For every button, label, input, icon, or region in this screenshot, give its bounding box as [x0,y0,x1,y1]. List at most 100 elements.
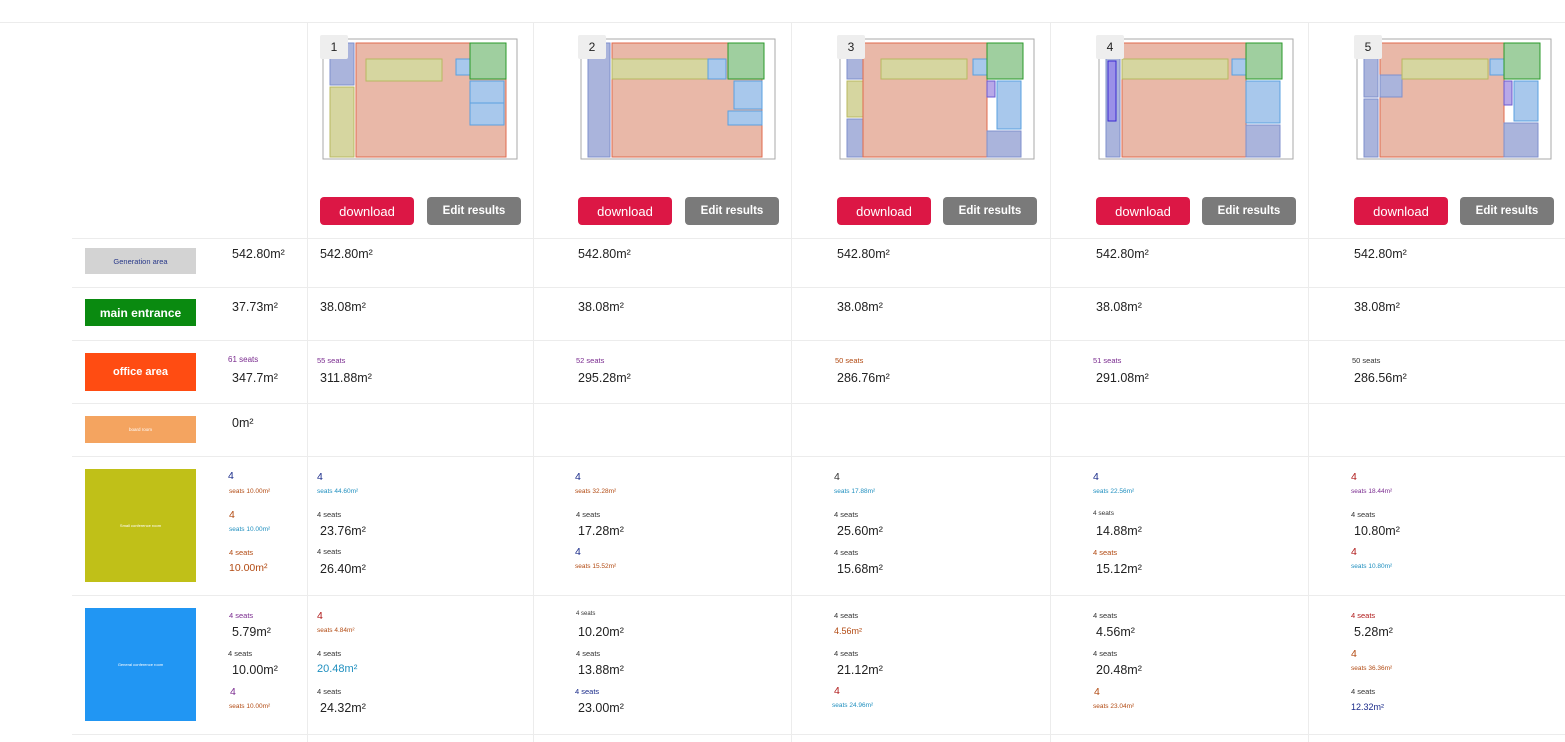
download-button[interactable]: download [1096,197,1190,225]
result-number-badge: 3 [837,35,865,59]
generation-area-label: Generation area [85,248,196,274]
floorplan-drawing [839,38,1035,160]
target-sc3-seats: 4 seats [229,548,254,557]
target-c2-seats: 4 seats [228,649,253,658]
download-button[interactable]: download [578,197,672,225]
result-c2-area: 20.48m² [317,663,358,675]
target-office-area: 347.7m² [232,371,278,385]
floorplan-drawing [1098,38,1294,160]
result-number-badge: 1 [320,35,348,59]
result-office-seats: 50 seats [835,356,864,365]
result-c3-seats: 4 seats [1351,687,1376,696]
result-generation-area: 542.80m² [1354,247,1407,261]
download-button[interactable]: download [1354,197,1448,225]
floorplan-drawing [580,38,776,160]
result-c2-seats: 4 seats [1093,649,1118,658]
result-sc3-seats: 4 seats [1093,548,1118,557]
edit-results-button[interactable]: Edit results [685,197,779,225]
floorplan-drawing [1356,38,1552,160]
row-divider [72,238,1565,239]
result-c3-seats: seats 23.04m² [1093,703,1135,710]
download-button[interactable]: download [837,197,931,225]
target-c3-count: 4 [230,686,236,698]
floorplan-thumbnail[interactable]: 4 [1096,35,1296,173]
result-c1-count: 4 [317,610,323,622]
result-office-area: 286.56m² [1354,371,1407,385]
result-sc1-seats: seats 32.28m² [575,488,617,495]
target-sc3-area: 10.00m² [229,562,268,574]
col-divider [791,22,792,742]
result-c1-area: 4.56m² [834,626,863,636]
target-sc2-seats: seats 10.00m² [229,526,271,533]
target-entrance-area: 37.73m² [232,300,278,314]
result-entrance-area: 38.08m² [837,300,883,314]
result-c1-seats: 4 seats [834,611,859,620]
result-sc2-area: 25.60m² [837,524,883,538]
row-divider [72,403,1565,404]
edit-results-button[interactable]: Edit results [427,197,521,225]
col-divider [533,22,534,742]
target-sc1-seats: seats 10.00m² [229,488,271,495]
col-divider [1050,22,1051,742]
result-generation-area: 542.80m² [1096,247,1149,261]
result-office-area: 286.76m² [837,371,890,385]
result-entrance-area: 38.08m² [1354,300,1400,314]
result-c2-seats: 4 seats [834,649,859,658]
result-sc3-area: 26.40m² [320,562,366,576]
result-sc1-count: 4 [317,471,323,483]
result-c2-count: 4 [1351,648,1357,660]
result-sc2-area: 10.80m² [1354,524,1400,538]
result-c2-area: 20.48m² [1096,663,1142,677]
result-sc3-area: 15.68m² [837,562,883,576]
target-sc2-count: 4 [229,509,235,521]
result-c3-count: 4 [1094,686,1100,698]
row-divider [72,595,1565,596]
result-c3-seats: seats 24.96m² [832,702,874,709]
target-office-seats: 61 seats [228,355,259,364]
edit-results-button[interactable]: Edit results [1202,197,1296,225]
result-sc2-seats: 4 seats [576,510,601,519]
result-sc1-seats: seats 17.88m² [834,488,876,495]
result-sc2-area: 23.76m² [320,524,366,538]
result-c1-seats: 4 seats [1351,611,1376,620]
download-button[interactable]: download [320,197,414,225]
result-c3-seats: 4 seats [317,687,342,696]
general-conference-room-label: General conference room [85,608,196,721]
result-entrance-area: 38.08m² [578,300,624,314]
result-office-area: 291.08m² [1096,371,1149,385]
floorplan-thumbnail[interactable]: 3 [837,35,1037,173]
result-c2-seats: 4 seats [317,649,342,658]
target-generation-area: 542.80m² [232,247,285,261]
edit-results-button[interactable]: Edit results [1460,197,1554,225]
target-c1-seats: 4 seats [229,611,254,620]
top-divider [0,22,1565,23]
result-sc1-count: 4 [575,471,581,483]
target-c1-area: 5.79m² [232,625,271,639]
target-boardroom-area: 0m² [232,416,254,430]
result-sc3-seats: 4 seats [834,548,859,557]
row-divider [72,734,1565,735]
result-office-area: 295.28m² [578,371,631,385]
result-sc2-seats: 4 seats [834,510,859,519]
floorplan-thumbnail[interactable]: 1 [320,35,520,173]
small-conference-room-label: Small conference room [85,469,196,582]
result-sc1-count: 4 [1093,471,1099,483]
result-c1-seats: seats 4.84m² [317,627,355,634]
result-generation-area: 542.80m² [578,247,631,261]
result-c2-area: 13.88m² [578,663,624,677]
result-office-area: 311.88m² [320,371,372,385]
result-office-seats: 50 seats [1352,356,1381,365]
result-entrance-area: 38.08m² [1096,300,1142,314]
result-sc3-count: 4 [1351,546,1357,558]
row-divider [72,456,1565,457]
result-sc1-seats: seats 22.56m² [1093,488,1135,495]
floorplan-thumbnail[interactable]: 2 [578,35,778,173]
result-sc1-seats: seats 18.44m² [1351,488,1393,495]
floorplan-thumbnail[interactable]: 5 [1354,35,1554,173]
col-divider [307,22,308,742]
edit-results-button[interactable]: Edit results [943,197,1037,225]
result-number-badge: 4 [1096,35,1124,59]
target-sc1-count: 4 [228,470,234,482]
result-c1-area: 5.28m² [1354,625,1393,639]
result-generation-area: 542.80m² [320,247,373,261]
